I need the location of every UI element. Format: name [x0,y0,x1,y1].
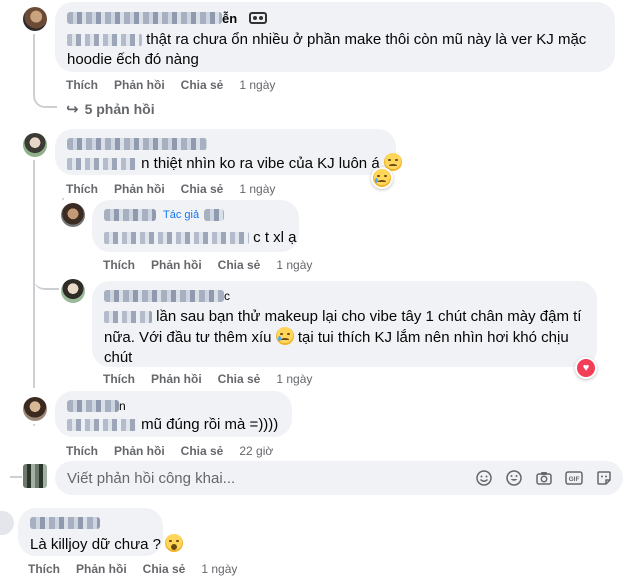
reply-input[interactable] [67,469,475,487]
reply-arrow-icon: ↪ [66,101,79,118]
comment-actions: Thích Phản hồi Chia sẻ 1 ngày [28,562,237,576]
thread-line [10,476,22,478]
blurred-text [67,34,142,47]
comment-text: n thiệt nhìn ko ra vibe của KJ luôn á [141,155,380,172]
comment-actions: Thích Phản hồi Chia sẻ 1 ngày [103,258,312,272]
view-replies-link[interactable]: ↪ 5 phản hồi [66,100,155,118]
sticker-icon[interactable] [505,469,523,487]
avatar[interactable] [23,7,47,31]
like-button[interactable]: Thích [66,444,98,458]
surprised-emoji-icon [165,534,184,552]
sticker-box-icon[interactable] [595,469,613,487]
comment-bubble: ễn thật ra chưa ổn nhiều ở phần make thô… [55,2,615,72]
author-name-blurred[interactable] [104,209,156,221]
comment-text-line: chút [104,349,133,366]
smile-face-icon[interactable] [475,469,493,487]
like-button[interactable]: Thích [66,78,98,92]
comment-bubble: Là killjoy dữ chưa ? [18,508,184,556]
reply-button[interactable]: Phản hồi [114,444,165,458]
blurred-text [104,232,249,245]
author-tag: Tác giả [163,209,200,221]
share-button[interactable]: Chia sẻ [143,562,186,576]
avatar [0,511,14,535]
author-name-suffix[interactable]: c [224,289,230,303]
reaction-badge[interactable] [371,167,393,189]
reply-button[interactable]: Phản hồi [76,562,127,576]
blurred-text [67,419,137,432]
comment-text: c t xl ạ [253,229,297,246]
author-name-suffix[interactable]: n [119,399,126,413]
author-name-suffix[interactable]: ễn [222,11,237,26]
svg-text:GIF: GIF [569,476,580,483]
avatar[interactable] [61,203,85,227]
cry-emoji-icon [275,327,294,345]
comment-text-line: nữa. Với đầu tư thêm xíu [104,329,272,346]
reply-input-box[interactable]: GIF [55,461,623,495]
camera-icon[interactable] [535,469,553,487]
avatar[interactable] [61,279,85,303]
timestamp[interactable]: 1 ngày [239,78,275,92]
author-name-blurred[interactable] [67,12,222,24]
author-name-blurred[interactable] [104,290,224,302]
comment-bubble: n thiệt nhìn ko ra vibe của KJ luôn á [55,129,402,175]
like-button[interactable]: Thích [28,562,60,576]
badge-icon [249,12,268,24]
like-button[interactable]: Thích [103,258,135,272]
gif-icon[interactable]: GIF [565,469,583,487]
comment-text-line: lần sau bạn thử makeup lại cho vibe tây … [156,308,582,325]
like-button[interactable]: Thích [103,372,135,386]
avatar[interactable] [23,133,47,157]
share-button[interactable]: Chia sẻ [181,78,224,92]
reply-button[interactable]: Phản hồi [151,258,202,272]
thread-line [33,34,57,108]
reply-bubble: Tác giả c t xl ạ [92,200,299,252]
author-name-blurred[interactable] [30,517,100,529]
thread-line [33,424,35,426]
author-name-blurred[interactable] [67,138,207,150]
heart-reaction-icon: ♥ [577,359,595,377]
share-button[interactable]: Chia sẻ [181,444,224,458]
comment-actions: Thích Phản hồi Chia sẻ 1 ngày [66,182,275,196]
timestamp[interactable]: 1 ngày [276,258,312,272]
blurred-text [104,311,152,324]
reply-button[interactable]: Phản hồi [151,372,202,386]
comment-text-line: tại tui thích KJ lắm nên nhìn hơi khó ch… [297,329,569,346]
timestamp[interactable]: 1 ngày [276,372,312,386]
comment-text: mũ đúng rồi mà =)))) [141,416,279,433]
author-name-blurred[interactable] [67,400,119,412]
thread-line [62,198,64,200]
share-button[interactable]: Chia sẻ [218,372,261,386]
comment-text: Là killjoy dữ chưa ? [30,536,161,553]
comment-bubble: n mũ đúng rồi mà =)))) [55,391,292,437]
cry-emoji-icon [373,169,391,187]
reply-bubble: c lần sau bạn thử makeup lại cho vibe tâ… [92,281,597,367]
input-toolbar: GIF [475,469,613,487]
avatar[interactable] [23,397,47,421]
reply-button[interactable]: Phản hồi [114,182,165,196]
like-button[interactable]: Thích [66,182,98,196]
avatar [23,464,47,488]
comment-actions: Thích Phản hồi Chia sẻ 22 giờ [66,444,273,458]
timestamp[interactable]: 1 ngày [201,562,237,576]
timestamp[interactable]: 22 giờ [239,444,273,458]
reply-button[interactable]: Phản hồi [114,78,165,92]
share-button[interactable]: Chia sẻ [181,182,224,196]
timestamp[interactable]: 1 ngày [239,182,275,196]
comment-actions: Thích Phản hồi Chia sẻ 1 ngày [103,372,312,386]
thread-line [33,270,59,290]
comment-actions: Thích Phản hồi Chia sẻ 1 ngày [66,78,275,92]
comment-text: thật ra chưa ổn nhiều ở phần make thôi c… [67,31,587,68]
reaction-badge[interactable]: ♥ [575,357,597,379]
share-button[interactable]: Chia sẻ [218,258,261,272]
view-replies-label: 5 phản hồi [84,101,155,117]
author-name-blurred [204,209,225,221]
blurred-text [67,158,137,171]
